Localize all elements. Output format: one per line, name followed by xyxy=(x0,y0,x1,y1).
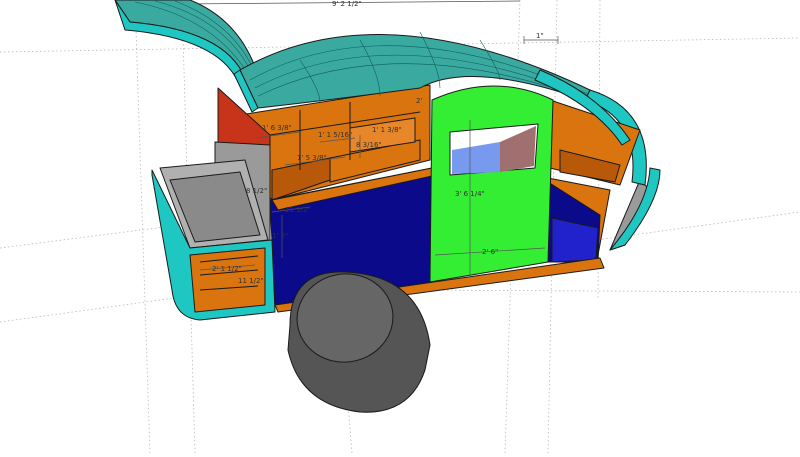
shelf-small-label: 1' 1 3/8" xyxy=(372,126,402,134)
cabinet-height-label: 8 3/16" xyxy=(356,141,382,149)
box-width-label: 2' 1 1/2" xyxy=(212,265,242,273)
lower-cabinet-width-label: 1' 5 3/8" xyxy=(297,154,327,162)
door-height-label: 3' 6 1/4" xyxy=(455,190,485,198)
overall-length-dimension: 9' 2 1/2" xyxy=(179,0,521,8)
body-height-label: 1' 2" xyxy=(272,232,288,240)
side-gap-label: 8 1/2" xyxy=(246,187,267,195)
sketchup-viewport[interactable]: 9' 2 1/2" 1" 1' 6 3/8" 1' 1 5/16" 1' 1 3… xyxy=(0,0,800,454)
roof-right-label: 2' xyxy=(416,97,422,105)
shelf-depth-label: 1' 1 5/16" xyxy=(318,131,352,139)
overall-length-label: 9' 2 1/2" xyxy=(332,0,362,8)
galley-depth-label: 11 1/2" xyxy=(285,206,311,214)
box-height-label: 11 1/2" xyxy=(238,277,264,285)
door-width-label: 2' 6" xyxy=(482,248,498,256)
upper-cabinet-width-label: 1' 6 3/8" xyxy=(262,124,292,132)
teardrop-trailer-model: 9' 2 1/2" 1" 1' 6 3/8" 1' 1 5/16" 1' 1 3… xyxy=(0,0,800,454)
roof-overhang-label: 1" xyxy=(536,32,544,40)
